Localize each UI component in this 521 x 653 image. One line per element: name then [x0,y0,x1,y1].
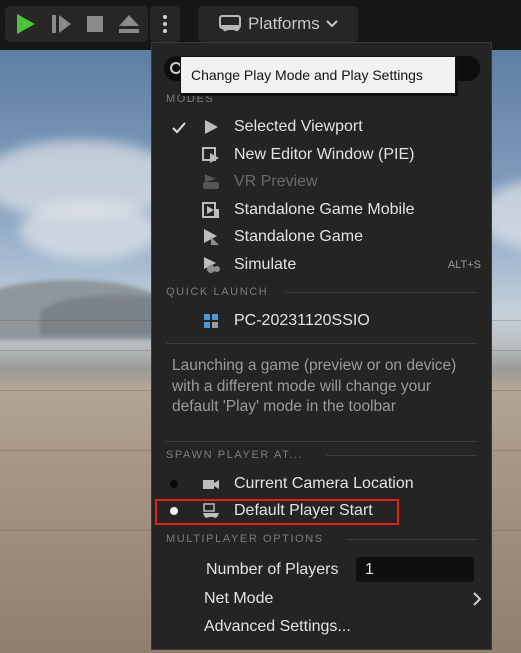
stop-button[interactable] [79,6,111,42]
tooltip: Change Play Mode and Play Settings [180,56,458,96]
menu-item-label: Standalone Game [234,228,363,245]
radio-unselected [170,480,178,488]
menu-item-label: Current Camera Location [234,475,414,492]
menu-item-label: VR Preview [234,173,318,190]
menu-item-standalone-game[interactable]: Standalone Game [160,224,486,250]
menu-item-label: Simulate [234,256,297,273]
chevron-down-icon [326,20,338,28]
menu-item-current-camera-location[interactable]: Current Camera Location [160,471,486,497]
menu-item-advanced-settings[interactable]: Advanced Settings... [160,614,486,640]
platforms-button[interactable]: Platforms [198,6,358,42]
menu-item-label: New Editor Window (PIE) [234,146,415,163]
menu-item-label: Selected Viewport [234,118,363,135]
eject-button[interactable] [113,6,145,42]
menu-item-label: Net Mode [204,590,274,607]
check-icon [172,122,186,134]
menu-item-new-editor-window[interactable]: New Editor Window (PIE) [160,142,486,168]
standalone-game-icon [204,229,219,245]
advance-frame-icon [52,15,71,33]
section-divider [286,292,477,293]
menu-item-quick-launch-device[interactable]: PC-20231120SSIO [160,308,486,334]
mode-description-text: Launching a game (preview or on device) … [172,357,457,415]
section-spawn-player-label: SPAWN PLAYER AT... [166,449,304,461]
play-icon [205,120,218,134]
section-divider [166,343,477,344]
play-controls-group [5,6,148,42]
menu-item-simulate[interactable]: Simulate ALT+S [160,252,486,278]
menu-item-selected-viewport[interactable]: Selected Viewport [160,114,486,140]
chevron-right-icon [473,592,482,606]
menu-item-label: Standalone Game Mobile [234,201,415,218]
section-divider [166,441,477,442]
simulate-icon [204,257,220,273]
menu-item-standalone-game-mobile[interactable]: Standalone Game Mobile [160,197,486,223]
cloud [20,200,160,260]
advance-frame-button[interactable] [45,6,77,42]
number-of-players-label: Number of Players [206,561,339,578]
section-multiplayer: MULTIPLAYER OPTIONS [166,532,324,546]
section-divider [326,455,477,456]
eject-icon [119,15,139,33]
platforms-label: Platforms [248,14,320,33]
shortcut-label: ALT+S [447,259,481,271]
menu-item-label: Advanced Settings... [204,618,351,635]
menu-item-net-mode[interactable]: Net Mode [160,586,486,612]
mobile-game-icon [202,202,219,218]
section-quick-launch-label: QUICK LAUNCH [166,286,269,298]
section-quick-launch: QUICK LAUNCH [166,285,268,299]
highlight-box [155,499,399,525]
camera-icon [203,480,219,489]
editor-window-icon [202,147,219,163]
play-icon [17,14,35,34]
menu-item-label: PC-20231120SSIO [234,312,370,329]
windows-icon [204,314,218,328]
play-button[interactable] [9,6,41,42]
stop-icon [87,16,103,32]
section-divider [346,539,477,540]
gamepad-icon [219,15,241,32]
menu-item-vr-preview[interactable]: VR Preview [160,169,486,195]
section-spawn-player: SPAWN PLAYER AT... [166,448,303,462]
number-of-players-input[interactable]: 1 [356,557,474,582]
play-options-button[interactable] [150,6,180,42]
vr-icon [203,174,219,189]
more-options-icon [163,15,167,33]
section-multiplayer-label: MULTIPLAYER OPTIONS [166,533,324,545]
